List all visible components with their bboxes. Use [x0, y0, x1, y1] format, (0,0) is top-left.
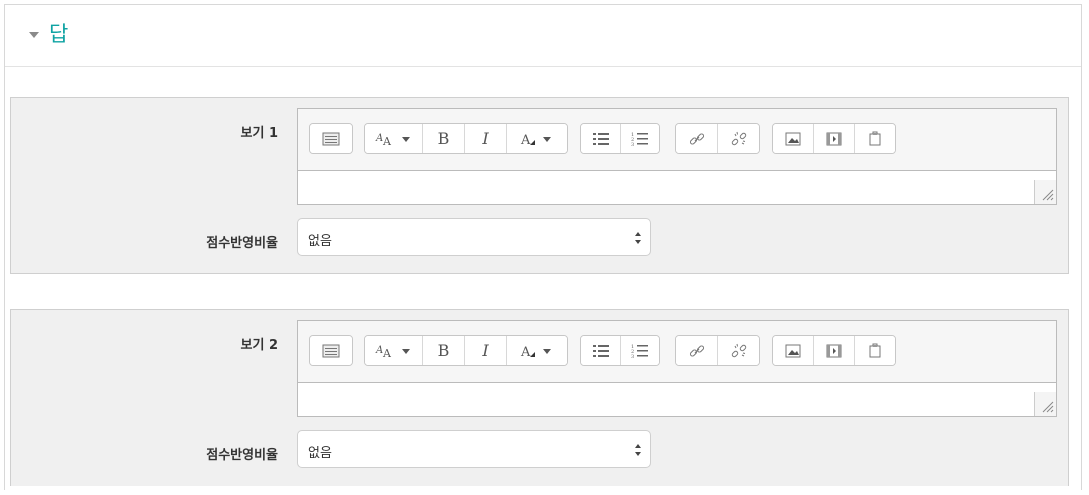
choice-editor: AA B I A 123: [297, 108, 1057, 205]
collapse-caret-icon[interactable]: [29, 32, 39, 38]
resize-handle-icon[interactable]: [1034, 180, 1056, 204]
grade-label: 점수반영비율: [206, 448, 278, 463]
toolbar-group-toggle: [309, 123, 353, 154]
choice-panel-2: 보기 2 AA B I A 1 2 3 점수반영비율 없음: [10, 309, 1069, 486]
grade-select-value: 없음: [308, 446, 332, 461]
unlink-icon[interactable]: [718, 336, 759, 365]
unlink-icon[interactable]: [718, 124, 759, 153]
grade-select[interactable]: 없음: [297, 218, 651, 256]
resize-handle-icon[interactable]: [1034, 392, 1056, 416]
toolbar-group-toggle: [309, 335, 353, 366]
link-icon[interactable]: [676, 336, 718, 365]
image-icon[interactable]: [773, 124, 814, 153]
file-manager-icon[interactable]: [855, 336, 895, 365]
svg-text:A: A: [375, 345, 383, 356]
svg-text:A: A: [382, 135, 392, 147]
editor-toolbar: AA B I A 123: [298, 109, 1056, 170]
editor-toolbar: AA B I A 123: [298, 321, 1056, 382]
media-icon[interactable]: [814, 124, 855, 153]
toolbar-group-lists: 123: [580, 123, 660, 154]
toolbar-group-media: [772, 335, 896, 366]
section-header[interactable]: 답: [5, 5, 1081, 67]
italic-icon[interactable]: I: [465, 124, 507, 153]
editor-content-area[interactable]: [298, 170, 1056, 204]
unordered-list-icon[interactable]: [581, 124, 621, 153]
paragraph-styles-icon[interactable]: AA: [365, 124, 423, 153]
italic-icon[interactable]: I: [465, 336, 507, 365]
ordered-list-icon[interactable]: 123: [621, 336, 659, 365]
image-icon[interactable]: [773, 336, 814, 365]
bold-icon[interactable]: B: [423, 336, 465, 365]
bold-icon[interactable]: B: [423, 124, 465, 153]
select-arrows-icon: [634, 442, 642, 458]
grade-select-value: 없음: [308, 234, 332, 249]
svg-text:3: 3: [631, 354, 634, 359]
svg-text:A: A: [520, 133, 531, 147]
select-arrows-icon: [634, 230, 642, 246]
toolbar-group-media: [772, 123, 896, 154]
unordered-list-icon[interactable]: [581, 336, 621, 365]
choice-editor: AA B I A 123: [297, 320, 1057, 417]
toggle-toolbar-icon[interactable]: [310, 124, 352, 153]
text-color-icon[interactable]: A: [507, 336, 567, 365]
text-color-icon[interactable]: A: [507, 124, 567, 153]
svg-text:3: 3: [631, 142, 634, 147]
toggle-toolbar-icon[interactable]: [310, 336, 352, 365]
paragraph-styles-icon[interactable]: AA: [365, 336, 423, 365]
toolbar-group-text: AA B I A: [364, 335, 568, 366]
grade-select[interactable]: 없음: [297, 430, 651, 468]
choice-label: 보기 1: [240, 126, 279, 141]
link-icon[interactable]: [676, 124, 718, 153]
toolbar-group-text: AA B I A: [364, 123, 568, 154]
svg-text:A: A: [520, 345, 531, 359]
toolbar-group-links: [675, 123, 760, 154]
section-title[interactable]: 답: [49, 18, 68, 48]
svg-text:A: A: [375, 133, 383, 144]
grade-label: 점수반영비율: [206, 236, 278, 251]
svg-text:A: A: [382, 347, 392, 359]
toolbar-group-lists: 123: [580, 335, 660, 366]
editor-content-area[interactable]: [298, 382, 1056, 416]
choice-panel-1: 보기 1 AA B I A 1 2 3 점수반영비율 없음: [10, 97, 1069, 274]
choice-label: 보기 2: [240, 338, 279, 353]
ordered-list-icon[interactable]: 123: [621, 124, 659, 153]
file-manager-icon[interactable]: [855, 124, 895, 153]
toolbar-group-links: [675, 335, 760, 366]
media-icon[interactable]: [814, 336, 855, 365]
